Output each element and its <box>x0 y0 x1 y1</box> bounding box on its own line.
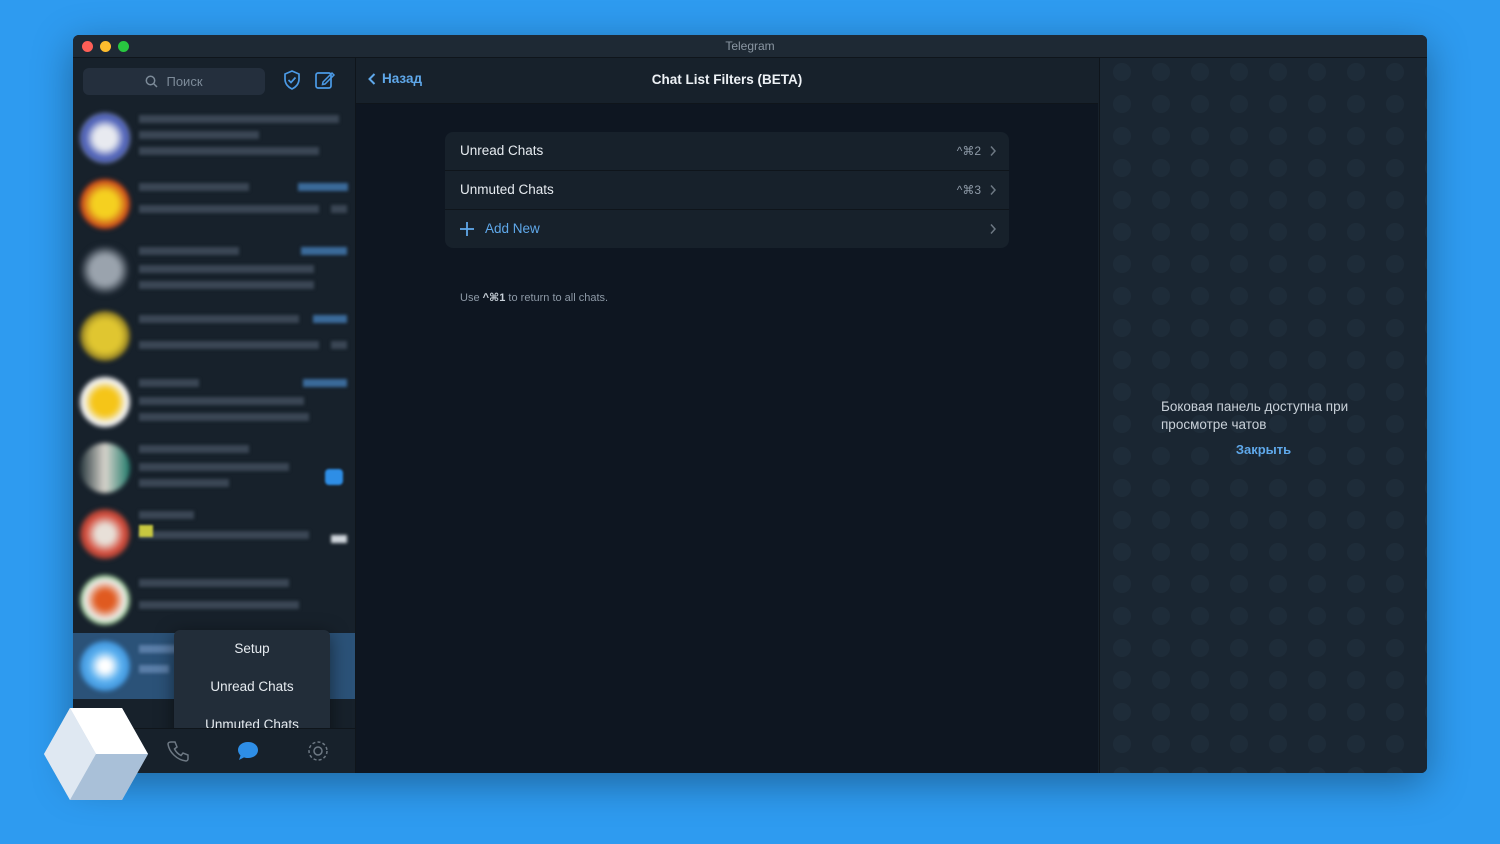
chat-list-item[interactable] <box>73 105 355 171</box>
window-title: Telegram <box>725 39 775 53</box>
chat-list-item[interactable] <box>73 369 355 435</box>
menu-item-setup[interactable]: Setup <box>174 630 330 668</box>
telegram-window: Telegram Поиск Setup Unread Chats Unmute… <box>73 35 1427 773</box>
chat-list-item[interactable] <box>73 303 355 369</box>
page-title: Chat List Filters (BETA) <box>651 72 803 87</box>
close-window-button[interactable] <box>82 41 93 52</box>
chevron-right-icon <box>990 185 997 195</box>
main-panel: Назад Chat List Filters (BETA) Unread Ch… <box>356 58 1098 773</box>
chevron-right-icon <box>990 146 997 156</box>
search-icon <box>146 75 159 88</box>
add-new-label: Add New <box>485 221 540 236</box>
chat-list-item[interactable] <box>73 435 355 501</box>
chats-icon[interactable] <box>235 738 261 764</box>
watermark-cube-logo <box>44 708 148 800</box>
side-panel: Боковая панель доступна при просмотре ча… <box>1099 58 1427 773</box>
zoom-window-button[interactable] <box>118 41 129 52</box>
chat-list-sidebar: Поиск Setup Unread Chats Unmuted Chats <box>73 58 356 773</box>
chat-list-item[interactable] <box>73 567 355 633</box>
chat-list-item[interactable] <box>73 237 355 303</box>
phone-icon[interactable] <box>165 738 191 764</box>
filter-shortcut: ^⌘2 <box>956 144 981 158</box>
minimize-window-button[interactable] <box>100 41 111 52</box>
add-new-filter-button[interactable]: Add New <box>445 210 1009 248</box>
filter-label: Unmuted Chats <box>460 182 554 197</box>
shortcut-hint: Use ^⌘1 to return to all chats. <box>460 292 609 304</box>
main-header: Назад Chat List Filters (BETA) <box>356 58 1098 104</box>
search-placeholder: Поиск <box>166 74 203 89</box>
filter-shortcut: ^⌘3 <box>956 183 981 197</box>
settings-icon[interactable] <box>305 738 331 764</box>
side-panel-message: Боковая панель доступна при просмотре ча… <box>1161 399 1349 432</box>
filters-list: Unread Chats ^⌘2 Unmuted Chats ^⌘3 Add N… <box>445 132 1009 248</box>
search-input[interactable]: Поиск <box>83 68 265 95</box>
filter-row-unread[interactable]: Unread Chats ^⌘2 <box>445 132 1009 171</box>
chat-list-item[interactable] <box>73 171 355 237</box>
chat-list-item[interactable] <box>73 501 355 567</box>
compose-icon[interactable] <box>313 68 337 92</box>
filter-row-unmuted[interactable]: Unmuted Chats ^⌘3 <box>445 171 1009 210</box>
filter-label: Unread Chats <box>460 143 544 158</box>
close-side-panel-link[interactable]: Закрыть <box>1100 442 1427 457</box>
chevron-right-icon <box>990 224 997 234</box>
menu-item-unread-chats[interactable]: Unread Chats <box>174 668 330 706</box>
shield-icon[interactable] <box>280 68 304 92</box>
plus-icon <box>460 222 474 236</box>
title-bar: Telegram <box>73 35 1427 58</box>
